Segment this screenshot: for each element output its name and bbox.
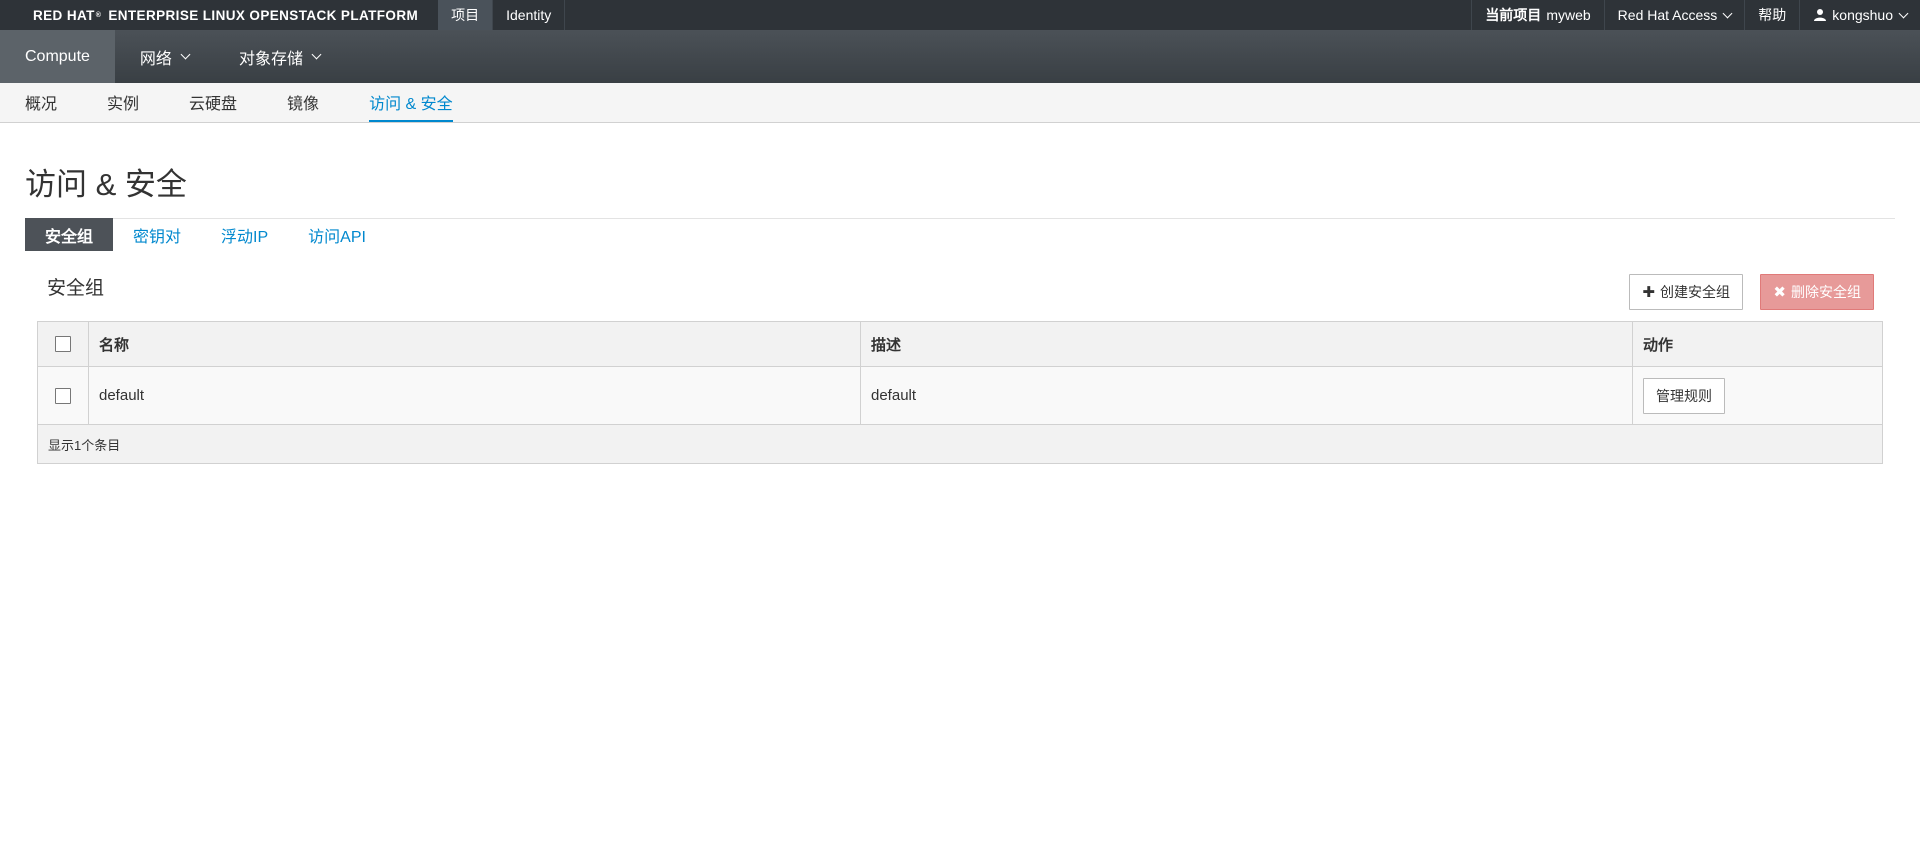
nav-network-label: 网络	[139, 50, 172, 68]
row-actions: 管理规则	[1633, 367, 1882, 424]
nav-compute[interactable]: Compute	[0, 30, 115, 83]
table-row: default default 管理规则	[38, 367, 1882, 425]
red-hat-access-dropdown[interactable]: Red Hat Access	[1603, 0, 1745, 30]
masthead: RED HAT ® ENTERPRISE LINUX OPENSTACK PLATF…	[0, 0, 1920, 30]
user-name: kongshuo	[1832, 7, 1893, 23]
subtab-key-pairs[interactable]: 密钥对	[113, 218, 201, 251]
header-name[interactable]: 名称	[89, 322, 861, 366]
subtab-floating-ips[interactable]: 浮动IP	[201, 218, 288, 251]
header-description[interactable]: 描述	[861, 322, 1633, 366]
manage-rules-button[interactable]: 管理规则	[1643, 377, 1725, 414]
tab-volumes[interactable]: 云硬盘	[189, 83, 237, 122]
tab-instances[interactable]: 实例	[107, 83, 139, 122]
row-name: default	[89, 367, 861, 424]
row-check-cell	[38, 367, 89, 424]
tab-access-security[interactable]: 访问 & 安全	[369, 83, 453, 122]
chevron-down-icon	[1898, 8, 1909, 18]
brand-registered-mark: ®	[95, 11, 102, 19]
current-project[interactable]: 当前项目 myweb	[1471, 0, 1603, 30]
sub-tabs: 安全组 密钥对 浮动IP 访问API	[25, 218, 1920, 251]
help-link[interactable]: 帮助	[1744, 0, 1799, 30]
section-title: 安全组	[47, 278, 105, 299]
nav-object-storage-label: 对象存储	[238, 50, 303, 68]
table-footer: 显示1个条目	[38, 425, 1882, 463]
chevron-down-icon	[311, 49, 322, 60]
header-check-cell	[38, 322, 89, 366]
current-project-value: myweb	[1546, 7, 1591, 23]
subtab-api-access[interactable]: 访问API	[288, 218, 386, 251]
select-all-checkbox[interactable]	[55, 336, 71, 352]
brand-part2: ENTERPRISE LINUX OPENSTACK PLATFORM	[108, 7, 419, 23]
close-icon: ✖	[1773, 284, 1786, 301]
row-checkbox[interactable]	[55, 387, 71, 404]
tertiary-nav: 概况 实例 云硬盘 镜像 访问 & 安全	[0, 83, 1920, 123]
tab-images[interactable]: 镜像	[287, 83, 319, 122]
nav-network-dropdown[interactable]: 网络	[115, 30, 214, 83]
user-menu-dropdown[interactable]: kongshuo	[1799, 0, 1920, 30]
row-description: default	[861, 367, 1633, 424]
create-security-group-button[interactable]: ✚ 创建安全组	[1629, 274, 1743, 310]
top-tabs: 项目 Identity	[438, 0, 566, 30]
chevron-down-icon	[1722, 8, 1733, 18]
brand-logo[interactable]: RED HAT ® ENTERPRISE LINUX OPENSTACK PLATF…	[0, 0, 438, 30]
current-project-label: 当前项目	[1485, 7, 1542, 23]
chevron-down-icon	[180, 49, 191, 60]
brand-part1: RED HAT	[33, 7, 95, 23]
section-header: 安全组 ✚ 创建安全组 ✖ 删除安全组	[37, 251, 1883, 321]
user-icon	[1814, 9, 1827, 21]
delete-security-group-label: 删除安全组	[1791, 284, 1861, 300]
red-hat-access-label: Red Hat Access	[1617, 7, 1718, 23]
subtab-security-groups[interactable]: 安全组	[25, 218, 114, 251]
nav-compute-label: Compute	[25, 47, 90, 65]
nav-object-storage-dropdown[interactable]: 对象存储	[214, 30, 345, 83]
secondary-nav: Compute 网络 对象存储	[0, 30, 1920, 83]
tab-overview[interactable]: 概况	[25, 83, 57, 122]
top-right-menu: 当前项目 myweb Red Hat Access 帮助 kongshuo	[1471, 0, 1920, 30]
plus-icon: ✚	[1642, 284, 1655, 301]
security-groups-table: 名称 描述 动作 default default 管理规则 显示1个条目	[37, 321, 1883, 464]
page-title: 访问 & 安全	[25, 167, 187, 202]
create-security-group-label: 创建安全组	[1660, 284, 1730, 300]
table-header-row: 名称 描述 动作	[38, 322, 1882, 367]
top-tab-identity[interactable]: Identity	[493, 0, 566, 30]
top-tab-project[interactable]: 项目	[438, 0, 494, 30]
help-label: 帮助	[1758, 7, 1787, 23]
delete-security-group-button[interactable]: ✖ 删除安全组	[1760, 274, 1874, 310]
header-actions: 动作	[1643, 336, 1674, 354]
